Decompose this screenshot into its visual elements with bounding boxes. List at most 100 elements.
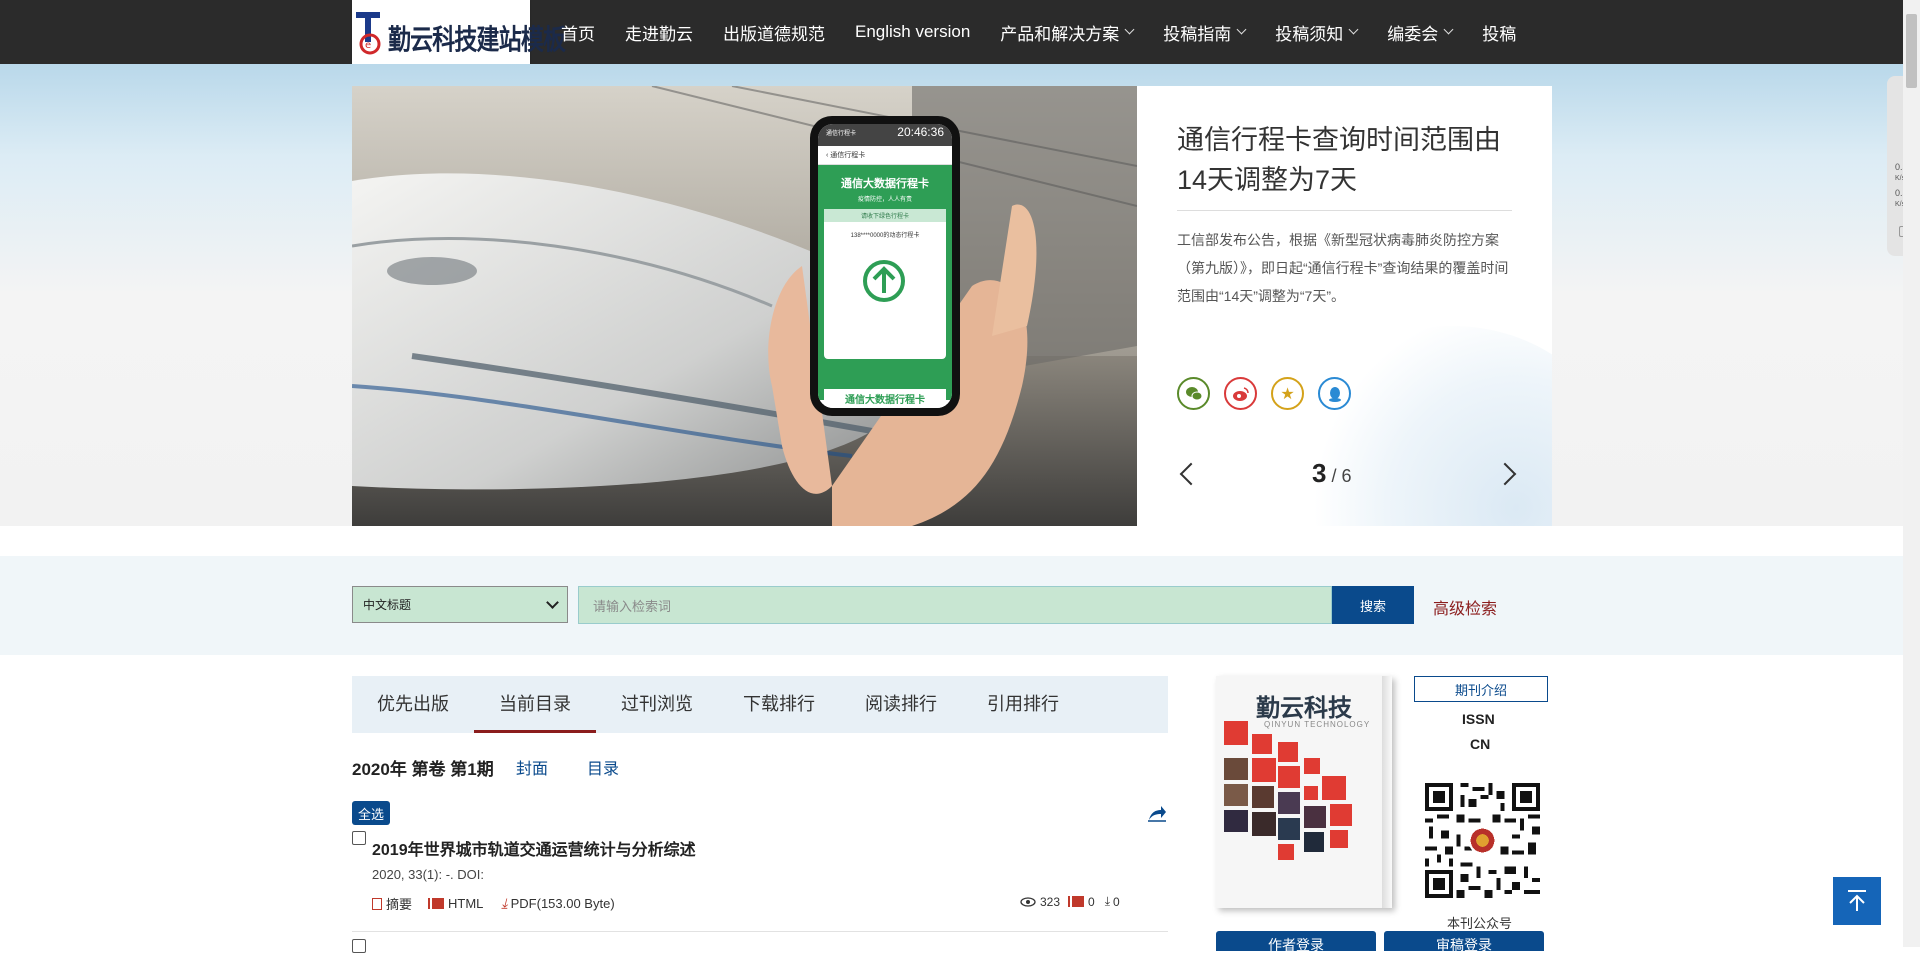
article-links: 摘要 HTML ⤓ PDF(153.00 Byte) bbox=[372, 894, 633, 913]
nav-label: 投稿须知 bbox=[1275, 24, 1344, 44]
search-input[interactable]: 请输入检索词 bbox=[578, 586, 1332, 624]
tab-citation-ranking[interactable]: 引用排行 bbox=[962, 676, 1084, 733]
nav-label: 编委会 bbox=[1387, 24, 1439, 44]
select-all-button[interactable]: 全选 bbox=[352, 801, 390, 825]
scrollbar[interactable] bbox=[1903, 0, 1920, 947]
back-to-top-button[interactable] bbox=[1833, 877, 1881, 925]
phone-app-title: 通信行程卡 bbox=[826, 131, 857, 137]
green-arrow-icon bbox=[863, 260, 905, 302]
nav-item-about[interactable]: 走进勤云 bbox=[625, 20, 693, 45]
nav-item-home[interactable]: 首页 bbox=[561, 20, 595, 45]
download-icon: ⤓ bbox=[501, 895, 508, 911]
wechat-icon[interactable] bbox=[1177, 377, 1210, 410]
article-checkbox[interactable] bbox=[352, 831, 366, 845]
divider bbox=[1177, 210, 1512, 211]
nav-item-editorial-board[interactable]: 编委会 bbox=[1387, 20, 1454, 45]
slide-text-panel: 通信行程卡查询时间范围由14天调整为7天 工信部发布公告，根据《新型冠状病毒肺炎… bbox=[1137, 86, 1552, 526]
chevron-down-icon bbox=[546, 596, 559, 609]
html-label: HTML bbox=[448, 896, 484, 911]
html-views-value: 0 bbox=[1088, 894, 1095, 909]
main-nav: 首页 走进勤云 出版道德规范 English version 产品和解决方案 投… bbox=[561, 0, 1546, 64]
nav-item-submit[interactable]: 投稿 bbox=[1482, 20, 1516, 45]
html-view-count: 0 bbox=[1070, 895, 1095, 909]
qq-icon[interactable] bbox=[1318, 377, 1351, 410]
scrollbar-thumb[interactable] bbox=[1906, 14, 1917, 88]
logo-text: 勤云科技建站模板 bbox=[388, 23, 566, 56]
tab-priority-publication[interactable]: 优先出版 bbox=[352, 676, 474, 733]
nav-item-submission-guide[interactable]: 投稿指南 bbox=[1163, 20, 1247, 45]
pdf-label: PDF(153.00 Byte) bbox=[510, 896, 615, 911]
html-link[interactable]: HTML bbox=[430, 896, 483, 911]
download-icon: ⤓ bbox=[1104, 894, 1111, 908]
nav-label: 投稿指南 bbox=[1163, 24, 1232, 44]
issue-label: 2020年 第卷 第1期 bbox=[352, 760, 494, 779]
phone-app-title-2: 通信行程卡 bbox=[830, 152, 866, 159]
svg-text:e: e bbox=[365, 40, 371, 51]
favorite-star-icon[interactable]: ★ bbox=[1271, 377, 1304, 410]
share-arrow-icon[interactable] bbox=[1147, 804, 1167, 822]
phone-card-title: 通信大数据行程卡 bbox=[841, 178, 929, 190]
nav-item-ethics[interactable]: 出版道德规范 bbox=[723, 20, 825, 45]
nav-label: 投稿 bbox=[1482, 24, 1517, 44]
share-icons: ★ bbox=[1177, 377, 1365, 410]
phone-status-bar: 通信行程卡 20:46:36 bbox=[818, 124, 952, 146]
slide-prev-icon[interactable] bbox=[1179, 462, 1203, 486]
author-login-button[interactable]: 作者登录 bbox=[1216, 931, 1376, 953]
qr-caption: 本刊公众号 bbox=[1447, 916, 1513, 931]
advanced-search-link[interactable]: 高级检索 bbox=[1433, 595, 1497, 619]
journal-cover[interactable]: 勤云科技 QINYUN TECHNOLOGY bbox=[1216, 676, 1392, 908]
book-icon bbox=[430, 898, 445, 909]
view-count: 323 bbox=[1020, 895, 1060, 909]
search-field-value: 中文标题 bbox=[363, 598, 412, 612]
slide-description: 工信部发布公告，根据《新型冠状病毒肺炎防控方案（第九版）》，即日起“通信行程卡”… bbox=[1177, 232, 1509, 304]
divider bbox=[352, 931, 1168, 932]
nav-item-english[interactable]: English version bbox=[855, 22, 970, 42]
slide-title[interactable]: 通信行程卡查询时间范围由14天调整为7天 bbox=[1177, 120, 1527, 200]
abstract-link[interactable]: 摘要 bbox=[372, 894, 412, 913]
slide-current: 3 bbox=[1312, 458, 1327, 488]
tab-past-issues[interactable]: 过刊浏览 bbox=[596, 676, 718, 733]
cover-title: 勤云科技 bbox=[1256, 694, 1352, 722]
nav-label: English version bbox=[855, 22, 971, 41]
reviewer-login-button[interactable]: 审稿登录 bbox=[1384, 931, 1544, 953]
nav-item-submission-notice[interactable]: 投稿须知 bbox=[1275, 20, 1359, 45]
nav-item-products[interactable]: 产品和解决方案 bbox=[1000, 20, 1135, 45]
article-stats: 323 0 ⤓ 0 bbox=[1020, 894, 1130, 909]
article-checkbox[interactable] bbox=[352, 939, 366, 953]
phone-card-body: 请收下绿色行程卡 138****0000的动态行程卡 bbox=[824, 209, 946, 359]
cover-link[interactable]: 封面 bbox=[516, 755, 548, 779]
views-value: 323 bbox=[1040, 894, 1061, 909]
nav-label: 首页 bbox=[561, 24, 595, 44]
pdf-link[interactable]: ⤓ PDF(153.00 Byte) bbox=[501, 895, 614, 912]
abstract-label: 摘要 bbox=[386, 897, 413, 912]
phone-number: 138****0000的动态行程卡 bbox=[850, 233, 920, 239]
eye-icon bbox=[1020, 896, 1036, 907]
issn-label: ISSN bbox=[1462, 711, 1495, 727]
wechat-qr-code bbox=[1425, 783, 1540, 898]
article-meta: 2020, 33(1): -. DOI: bbox=[372, 867, 484, 882]
book-icon bbox=[1070, 896, 1085, 907]
panel-decoration bbox=[1292, 326, 1552, 526]
cover-subtitle: QINYUN TECHNOLOGY bbox=[1264, 720, 1371, 729]
phone-status: 请收下绿色行程卡 bbox=[824, 209, 946, 222]
nav-label: 产品和解决方案 bbox=[1000, 24, 1120, 44]
phone-footer-title: 通信大数据行程卡 bbox=[824, 389, 946, 408]
train-phone-illustration bbox=[352, 86, 1137, 526]
tab-download-ranking[interactable]: 下载排行 bbox=[718, 676, 840, 733]
search-button[interactable]: 搜索 bbox=[1332, 586, 1414, 624]
chevron-down-icon bbox=[1443, 24, 1454, 35]
tab-read-ranking[interactable]: 阅读排行 bbox=[840, 676, 962, 733]
cn-label: CN bbox=[1470, 736, 1491, 752]
article-title[interactable]: 2019年世界城市轨道交通运营统计与分析综述 bbox=[372, 836, 696, 860]
search-field-select[interactable]: 中文标题 bbox=[352, 586, 568, 623]
tab-current-issue[interactable]: 当前目录 bbox=[474, 676, 596, 733]
journal-intro-button[interactable]: 期刊介绍 bbox=[1414, 676, 1548, 702]
content-tabs: 优先出版 当前目录 过刊浏览 下载排行 阅读排行 引用排行 bbox=[352, 676, 1168, 733]
weibo-icon[interactable] bbox=[1224, 377, 1257, 410]
slide-image[interactable]: 通信行程卡 20:46:36 ‹ 通信行程卡 通信大数据行程卡 疫情防控，人人有… bbox=[352, 86, 1137, 526]
phone-screen: 通信行程卡 20:46:36 ‹ 通信行程卡 通信大数据行程卡 疫情防控，人人有… bbox=[818, 124, 952, 408]
nav-label: 出版道德规范 bbox=[723, 24, 825, 44]
toc-link[interactable]: 目录 bbox=[587, 755, 619, 779]
phone-time: 20:46:36 bbox=[897, 125, 944, 139]
slide-counter: 3 / 6 bbox=[1312, 458, 1352, 489]
